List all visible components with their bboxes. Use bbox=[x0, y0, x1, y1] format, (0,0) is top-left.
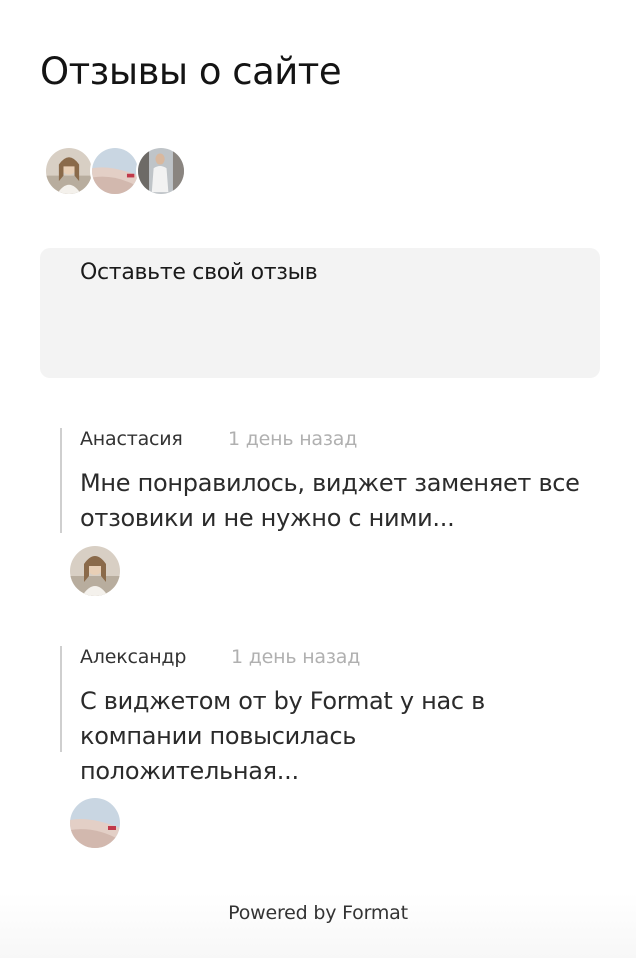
review-item[interactable]: Анастасия 1 день назад Мне понравилось, … bbox=[60, 428, 600, 608]
review-time: 1 день назад bbox=[231, 646, 361, 668]
review-author: Анастасия bbox=[80, 428, 183, 450]
quote-bar bbox=[60, 428, 62, 533]
page-title: Отзывы о сайте bbox=[40, 50, 342, 93]
avatar bbox=[70, 798, 120, 848]
quote-bar bbox=[60, 646, 62, 752]
review-time: 1 день назад bbox=[228, 428, 358, 450]
avatar bbox=[70, 546, 120, 596]
avatar bbox=[44, 146, 94, 196]
footer: Powered by Format bbox=[0, 893, 636, 958]
powered-by-link[interactable]: Powered by Format bbox=[0, 902, 636, 924]
review-input[interactable]: Оставьте свой отзыв bbox=[40, 248, 600, 378]
review-input-placeholder: Оставьте свой отзыв bbox=[80, 260, 318, 285]
review-author: Александр bbox=[80, 646, 187, 668]
review-text: Мне понравилось, виджет заменяет все отз… bbox=[80, 469, 580, 532]
avatar bbox=[90, 146, 140, 196]
review-item[interactable]: Александр 1 день назад С виджетом от by … bbox=[60, 646, 600, 856]
avatar bbox=[136, 146, 186, 196]
reviewer-avatars bbox=[44, 146, 204, 198]
review-text: С виджетом от by Format у нас в компании… bbox=[80, 687, 485, 785]
